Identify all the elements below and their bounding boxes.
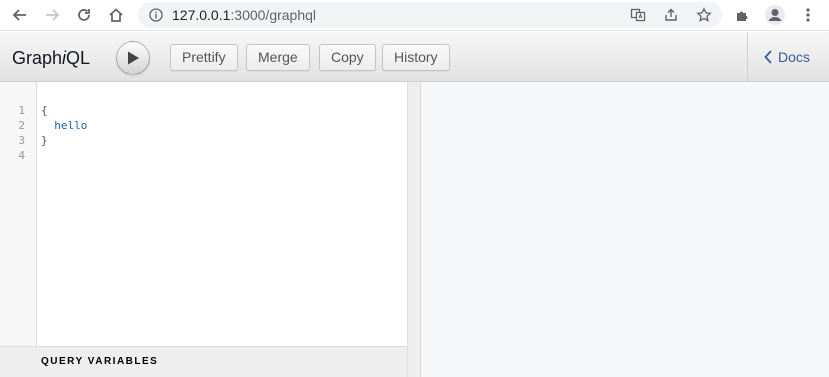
share-icon[interactable] (661, 6, 681, 24)
docs-label: Docs (778, 49, 810, 65)
history-button[interactable]: History (382, 44, 450, 71)
copy-button[interactable]: Copy (319, 44, 376, 71)
prettify-button[interactable]: Prettify (170, 44, 238, 71)
line-number-gutter: 1 2 3 4 (0, 82, 37, 377)
code-line[interactable]: } (41, 133, 48, 148)
docs-button[interactable]: Docs (764, 49, 810, 65)
kebab-menu-icon[interactable] (797, 4, 819, 26)
execute-query-button[interactable] (116, 41, 150, 75)
code-line[interactable]: hello (41, 118, 87, 133)
info-icon[interactable] (148, 7, 164, 23)
result-pane (421, 82, 829, 377)
line-number: 2 (18, 119, 25, 132)
star-icon[interactable] (694, 6, 714, 24)
reload-icon[interactable] (72, 4, 96, 26)
line-number: 4 (18, 149, 25, 162)
merge-button[interactable]: Merge (246, 44, 310, 71)
home-icon[interactable] (104, 4, 128, 26)
query-variables-bar[interactable]: QUERY VARIABLES (0, 346, 407, 377)
line-number: 1 (18, 104, 25, 117)
translate-icon[interactable] (628, 6, 648, 24)
play-icon (128, 51, 139, 65)
line-number: 3 (18, 134, 25, 147)
query-editor[interactable]: 1 2 3 4 { hello } (0, 82, 407, 377)
browser-toolbar: 127.0.0.1:3000/graphql (0, 0, 829, 31)
editor-result-divider[interactable] (407, 82, 421, 377)
chevron-left-icon (764, 50, 772, 64)
extensions-icon[interactable] (732, 4, 754, 26)
profile-icon[interactable] (764, 4, 786, 26)
url-text: 127.0.0.1:3000/graphql (172, 7, 316, 23)
forward-arrow-icon[interactable] (40, 4, 64, 26)
graphiql-title: GraphiQL (12, 48, 90, 68)
url-host: 127.0.0.1 (172, 7, 231, 23)
query-variables-title: QUERY VARIABLES (41, 356, 159, 367)
graphiql-toolbar: GraphiQL Prettify Merge Copy History (0, 32, 829, 82)
back-arrow-icon[interactable] (8, 4, 32, 26)
title-prefix: Graph (12, 48, 63, 68)
title-suffix: QL (66, 48, 91, 68)
docs-panel-toggle: Docs (747, 32, 829, 82)
url-path: :3000/graphql (230, 7, 317, 23)
address-bar[interactable]: 127.0.0.1:3000/graphql (138, 2, 722, 28)
code-line[interactable]: { (41, 103, 48, 118)
